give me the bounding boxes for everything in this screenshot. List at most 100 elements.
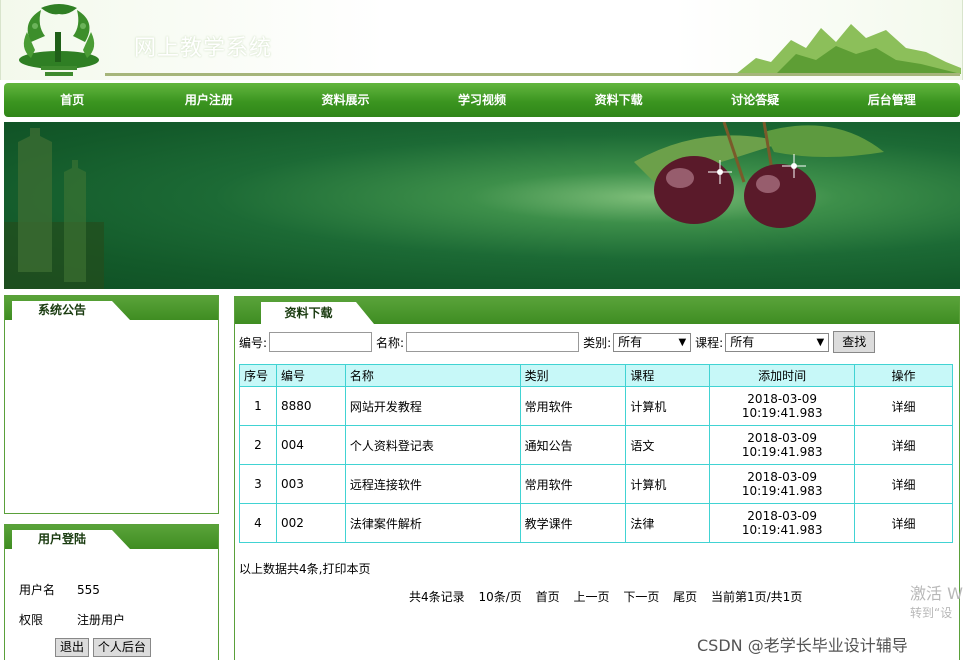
cell-name: 网站开发教程 bbox=[344, 386, 521, 426]
cell-code: 003 bbox=[275, 464, 346, 504]
cell-date: 2018-03-09 bbox=[747, 392, 818, 406]
login-panel-header: 用户登陆 bbox=[5, 525, 218, 549]
cell-index: 2 bbox=[239, 425, 277, 465]
course-select[interactable]: 所有 ▼ bbox=[725, 332, 830, 352]
cell-name: 个人资料登记表 bbox=[344, 425, 521, 465]
cell-time: 10:19:41.983 bbox=[741, 523, 823, 537]
site-title: 网上教学系统 bbox=[134, 36, 273, 61]
hills-decoration bbox=[736, 24, 961, 74]
activate-windows-subtext: 转到“设 bbox=[910, 606, 953, 620]
name-label: 名称: bbox=[376, 335, 405, 350]
role-row: 权限 注册用户 bbox=[19, 611, 125, 628]
download-panel: 资料下载 编号: 名称: 类别: 所有 ▼ 课程: 所有 ▼ 查找 序号 编号 … bbox=[234, 296, 960, 660]
header-course: 课程 bbox=[625, 364, 711, 387]
table-header-row: 序号 编号 名称 类别 课程 添加时间 操作 bbox=[239, 364, 953, 387]
cell-course: 法律 bbox=[625, 503, 711, 543]
role-label: 权限 bbox=[19, 613, 44, 627]
cell-index: 3 bbox=[239, 464, 277, 504]
nav-item-register[interactable]: 用户注册 bbox=[141, 83, 278, 117]
notice-title: 系统公告 bbox=[12, 301, 130, 320]
cell-index: 1 bbox=[239, 386, 277, 426]
pagination: 共4条记录 10条/页 首页 上一页 下一页 尾页 当前第1页/共1页 bbox=[409, 588, 812, 605]
username-label: 用户名 bbox=[19, 583, 56, 597]
olive-tree-logo bbox=[19, 4, 99, 76]
cell-date: 2018-03-09 bbox=[747, 470, 818, 484]
cell-code: 004 bbox=[275, 425, 346, 465]
logout-button[interactable]: 退出 bbox=[55, 638, 90, 657]
course-label: 课程: bbox=[695, 335, 724, 350]
header-type: 类别 bbox=[519, 364, 627, 387]
nav-item-discussion[interactable]: 讨论答疑 bbox=[687, 83, 824, 117]
cell-added-time: 2018-03-09 10:19:41.983 bbox=[709, 464, 856, 504]
header-added-time: 添加时间 bbox=[709, 364, 856, 387]
cell-date: 2018-03-09 bbox=[747, 431, 818, 445]
username-row: 用户名 555 bbox=[19, 581, 100, 598]
header-divider bbox=[105, 73, 960, 76]
download-title: 资料下载 bbox=[261, 302, 374, 324]
activate-windows-text: 激活 W bbox=[910, 584, 963, 603]
cell-time: 10:19:41.983 bbox=[741, 406, 823, 420]
cell-type: 教学课件 bbox=[519, 503, 627, 543]
cell-added-time: 2018-03-09 10:19:41.983 bbox=[709, 386, 856, 426]
header-index: 序号 bbox=[239, 364, 277, 387]
nav-item-home[interactable]: 首页 bbox=[4, 83, 141, 117]
download-panel-header: 资料下载 bbox=[235, 297, 959, 324]
table-row: 2 004 个人资料登记表 通知公告 语文 2018-03-09 10:19:41… bbox=[239, 425, 953, 465]
cell-course: 语文 bbox=[625, 425, 711, 465]
search-button[interactable]: 查找 bbox=[833, 331, 876, 353]
filter-bar: 编号: 名称: 类别: 所有 ▼ 课程: 所有 ▼ 查找 bbox=[239, 331, 876, 353]
cell-date: 2018-03-09 bbox=[747, 509, 818, 523]
detail-link[interactable]: 详细 bbox=[854, 464, 953, 504]
pager-per-page: 10条/页 bbox=[478, 590, 522, 604]
role-value: 注册用户 bbox=[77, 613, 126, 627]
personal-backend-button[interactable]: 个人后台 bbox=[92, 638, 151, 657]
cell-added-time: 2018-03-09 10:19:41.983 bbox=[709, 503, 856, 543]
code-label: 编号: bbox=[239, 335, 268, 350]
cell-course: 计算机 bbox=[625, 386, 711, 426]
site-header: 网上教学系统 bbox=[0, 0, 963, 80]
pager-next-link[interactable]: 下一页 bbox=[623, 590, 659, 604]
pager-prev-link[interactable]: 上一页 bbox=[573, 590, 609, 604]
summary-text: 以上数据共4条,打印本页 bbox=[239, 562, 371, 576]
cell-time: 10:19:41.983 bbox=[741, 445, 823, 459]
cell-name: 法律案件解析 bbox=[344, 503, 521, 543]
pager-first-link[interactable]: 首页 bbox=[536, 590, 560, 604]
cell-code: 002 bbox=[275, 503, 346, 543]
username-value: 555 bbox=[77, 583, 100, 597]
download-table: 序号 编号 名称 类别 课程 添加时间 操作 1 8880 网站开发教程 常用软… bbox=[239, 364, 953, 543]
chevron-down-icon: ▼ bbox=[816, 336, 825, 348]
notice-panel: 系统公告 bbox=[4, 295, 219, 514]
nav-item-videos[interactable]: 学习视频 bbox=[414, 83, 551, 117]
login-actions: 退出 个人后台 bbox=[55, 638, 151, 657]
nav-item-materials[interactable]: 资料展示 bbox=[277, 83, 414, 117]
pager-last-link[interactable]: 尾页 bbox=[673, 590, 697, 604]
cell-type: 常用软件 bbox=[519, 464, 627, 504]
cell-type: 常用软件 bbox=[519, 386, 627, 426]
csdn-watermark: CSDN @老学长毕业设计辅导 bbox=[697, 636, 908, 655]
cell-name: 远程连接软件 bbox=[344, 464, 521, 504]
nav-item-admin[interactable]: 后台管理 bbox=[823, 83, 960, 117]
table-row: 1 8880 网站开发教程 常用软件 计算机 2018-03-09 10:19:4… bbox=[239, 386, 953, 426]
cell-type: 通知公告 bbox=[519, 425, 627, 465]
header-name: 名称 bbox=[344, 364, 521, 387]
cell-index: 4 bbox=[239, 503, 277, 543]
header-code: 编号 bbox=[275, 364, 346, 387]
table-row: 3 003 远程连接软件 常用软件 计算机 2018-03-09 10:19:41… bbox=[239, 464, 953, 504]
cell-added-time: 2018-03-09 10:19:41.983 bbox=[709, 425, 856, 465]
login-panel: 用户登陆 用户名 555 权限 注册用户 退出 个人后台 bbox=[4, 524, 219, 660]
header-action: 操作 bbox=[854, 364, 953, 387]
type-select[interactable]: 所有 ▼ bbox=[613, 332, 692, 352]
detail-link[interactable]: 详细 bbox=[854, 386, 953, 426]
notice-panel-header: 系统公告 bbox=[5, 296, 218, 320]
detail-link[interactable]: 详细 bbox=[854, 425, 953, 465]
login-title: 用户登陆 bbox=[12, 530, 130, 549]
nav-item-downloads[interactable]: 资料下载 bbox=[550, 83, 687, 117]
name-input[interactable] bbox=[406, 332, 580, 352]
detail-link[interactable]: 详细 bbox=[854, 503, 953, 543]
banner-image bbox=[4, 122, 960, 289]
table-row: 4 002 法律案件解析 教学课件 法律 2018-03-09 10:19:41.… bbox=[239, 503, 953, 543]
main-nav: 首页 用户注册 资料展示 学习视频 资料下载 讨论答疑 后台管理 bbox=[4, 83, 960, 117]
code-input[interactable] bbox=[269, 332, 373, 352]
course-select-value: 所有 bbox=[730, 334, 755, 349]
cell-code: 8880 bbox=[275, 386, 346, 426]
